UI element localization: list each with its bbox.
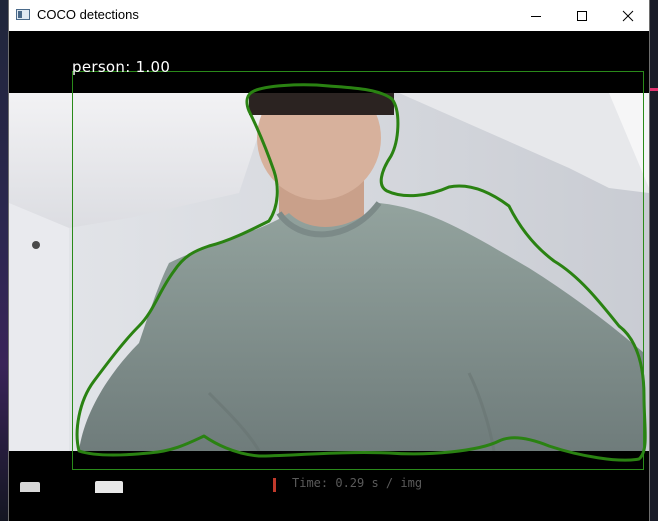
close-icon bbox=[622, 10, 634, 21]
desktop-accent bbox=[650, 88, 658, 91]
detections-window: COCO detections person: 1.00 bbox=[8, 0, 650, 521]
taskbar-icon[interactable] bbox=[20, 482, 40, 492]
detection-label: person: 1.00 bbox=[72, 58, 171, 76]
app-window-icon bbox=[16, 9, 30, 20]
maximize-icon bbox=[577, 10, 587, 21]
desktop-background-right bbox=[649, 0, 658, 521]
image-canvas: person: 1.00 bbox=[9, 31, 649, 521]
mask-outline bbox=[75, 83, 647, 462]
close-button[interactable] bbox=[605, 0, 651, 31]
title-bar[interactable]: COCO detections bbox=[9, 0, 649, 31]
window-title: COCO detections bbox=[37, 7, 139, 22]
segmentation-mask bbox=[75, 83, 647, 462]
background-terminal-text: Time: 0.29 s / img bbox=[292, 476, 423, 490]
maximize-button[interactable] bbox=[559, 0, 605, 31]
taskbar-icon[interactable] bbox=[95, 481, 123, 493]
minimize-button[interactable] bbox=[513, 0, 559, 31]
terminal-scrollbar bbox=[273, 478, 276, 492]
minimize-icon bbox=[531, 15, 541, 17]
